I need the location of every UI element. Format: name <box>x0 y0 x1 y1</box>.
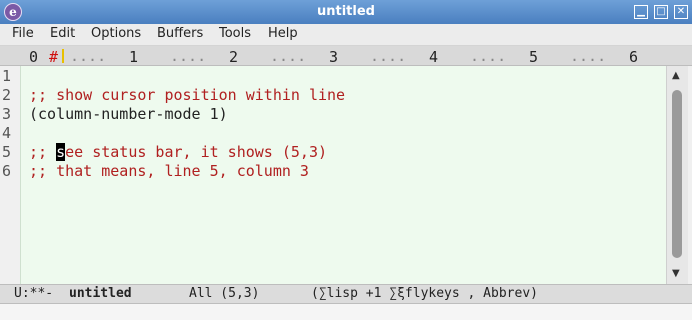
cursor-position: All (5,3) <box>189 286 260 301</box>
menu-buffers[interactable]: Buffers <box>157 26 203 41</box>
menu-tools[interactable]: Tools <box>219 26 251 41</box>
ruler-cursor-marker <box>62 49 64 63</box>
emacs-window: e untitled ▁ □ ✕ File Edit Options Buffe… <box>0 0 692 320</box>
line-number: 5 <box>2 143 12 161</box>
editor-line: ;; that means, line 5, column 3 <box>29 162 309 180</box>
ruler-zero: 0 <box>29 48 39 66</box>
scrollbar-thumb[interactable] <box>672 90 682 258</box>
line-number: 1 <box>2 67 12 85</box>
ruler-dots: .... <box>570 47 607 65</box>
menu-edit[interactable]: Edit <box>50 26 75 41</box>
line-prefix: ;; <box>29 143 57 161</box>
line-number: 2 <box>2 86 12 104</box>
vertical-scrollbar[interactable]: ▲ ▼ <box>666 66 688 284</box>
title-bar[interactable]: e untitled ▁ □ ✕ <box>0 0 692 24</box>
scroll-up-icon[interactable]: ▲ <box>672 70 680 81</box>
ruler-tick-4: 4 <box>429 48 439 66</box>
line-number: 4 <box>2 124 12 142</box>
scroll-down-icon[interactable]: ▼ <box>672 268 680 279</box>
mode-list[interactable]: (∑lisp +1 ∑ξflykeys , Abbrev) <box>311 286 538 301</box>
editor-line: ;; show cursor position within line <box>29 86 346 104</box>
menu-options[interactable]: Options <box>91 26 141 41</box>
ruler-tick-2: 2 <box>229 48 239 66</box>
ruler-dots: .... <box>270 47 307 65</box>
ruler-tick-1: 1 <box>129 48 139 66</box>
ruler-dots: .... <box>370 47 407 65</box>
editor-line-cursor: ;; see status bar, it shows (5,3) <box>29 143 327 161</box>
ruler-dots: .... <box>470 47 507 65</box>
mode-line: U:**- untitled All (5,3) (∑lisp +1 ∑ξfly… <box>0 284 692 304</box>
minimize-button[interactable]: ▁ <box>634 5 648 19</box>
ruler-tick-3: 3 <box>329 48 339 66</box>
menu-bar: File Edit Options Buffers Tools Help <box>0 24 692 46</box>
ruler-tick-6: 6 <box>629 48 639 66</box>
line-rest: ee status bar, it shows (5,3) <box>65 143 328 161</box>
menu-help[interactable]: Help <box>268 26 298 41</box>
ruler-tick-5: 5 <box>529 48 539 66</box>
buffer-status: U:**- <box>14 286 54 301</box>
ruler-fill-column-marker: # <box>49 48 59 66</box>
line-number: 3 <box>2 105 12 123</box>
ruler-dots: .... <box>70 47 107 65</box>
window-title: untitled <box>317 4 375 19</box>
menu-file[interactable]: File <box>12 26 34 41</box>
echo-area <box>0 304 692 320</box>
column-ruler: 0 # .... 1 .... 2 .... 3 .... 4 .... 5 .… <box>0 46 692 66</box>
line-number-gutter: 1 2 3 4 5 6 <box>0 66 20 284</box>
text-cursor: s <box>56 143 66 161</box>
line-number: 6 <box>2 162 12 180</box>
editor-line: (column-number-mode 1) <box>29 105 228 123</box>
buffer-name[interactable]: untitled <box>69 286 132 301</box>
ruler-dots: .... <box>170 47 207 65</box>
maximize-button[interactable]: □ <box>654 5 668 19</box>
close-button[interactable]: ✕ <box>674 5 688 19</box>
editor-buffer[interactable]: ;; show cursor position within line (col… <box>20 66 666 284</box>
